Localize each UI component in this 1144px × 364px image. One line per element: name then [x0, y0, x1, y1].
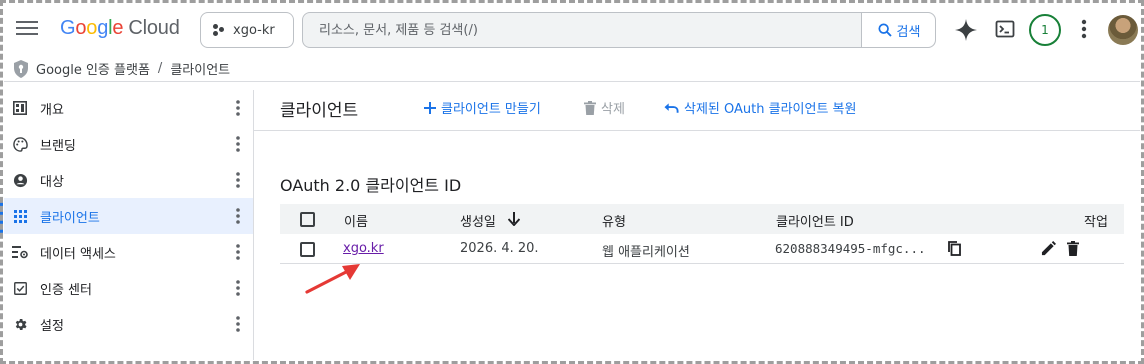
account-circle-icon [12, 172, 28, 188]
sidebar: 개요 브랜딩 대상 클라이언트 데이터 액세스 인증 센터 설정 [0, 90, 254, 360]
logo-letter: G [60, 17, 76, 39]
top-bar: GoogleCloud xgo-kr 검색 1 [4, 4, 1140, 56]
column-header-type[interactable]: 유형 [602, 211, 626, 230]
project-picker-button[interactable]: xgo-kr [200, 12, 294, 48]
create-client-label: 클라이언트 만들기 [441, 102, 541, 117]
search-button-label: 검색 [896, 24, 921, 40]
delete-label: 삭제 [601, 102, 625, 117]
column-header-actions: 작업 [1084, 215, 1108, 230]
table-header: 이름 생성일 유형 클라이언트 ID 작업 [280, 204, 1124, 234]
sidebar-item-label: 데이터 액세스 [40, 246, 116, 262]
delete-button[interactable]: 삭제 [584, 98, 625, 117]
sidebar-item-branding[interactable]: 브랜딩 [4, 126, 253, 162]
section-title: OAuth 2.0 클라이언트 ID [280, 176, 462, 195]
search-icon [877, 23, 892, 37]
breadcrumb-item[interactable]: 클라이언트 [170, 59, 230, 78]
arrow-down-icon[interactable] [508, 212, 520, 226]
copy-icon[interactable] [948, 241, 961, 256]
client-name-link[interactable]: xgo.kr [343, 241, 384, 256]
logo-product: Cloud [128, 17, 180, 39]
google-cloud-logo[interactable]: Google Cloud [60, 17, 180, 40]
logo-letter: e [112, 17, 124, 39]
create-client-button[interactable]: 클라이언트 만들기 [424, 98, 541, 117]
column-header-name[interactable]: 이름 [344, 211, 368, 230]
more-vert-icon[interactable] [235, 280, 241, 296]
project-dots-icon [213, 24, 225, 36]
search-bar: 검색 [302, 12, 936, 48]
header-divider [254, 130, 1140, 131]
gear-icon [12, 316, 28, 332]
sidebar-item-verification-center[interactable]: 인증 센터 [4, 270, 253, 306]
verified-checkbox-icon [12, 280, 28, 296]
palette-icon [12, 136, 28, 152]
column-header-created[interactable]: 생성일 [460, 211, 496, 230]
sidebar-item-data-access[interactable]: 데이터 액세스 [4, 234, 253, 270]
data-settings-icon [12, 244, 28, 260]
logo-letter: o [75, 17, 87, 39]
more-vert-icon[interactable] [235, 244, 241, 260]
more-vert-icon[interactable] [235, 208, 241, 224]
sidebar-item-audience[interactable]: 대상 [4, 162, 253, 198]
row-checkbox[interactable] [300, 242, 315, 257]
restore-label: 삭제된 OAuth 클라이언트 복원 [684, 102, 857, 117]
shield-icon [14, 59, 28, 78]
dashboard-icon [12, 100, 28, 116]
user-avatar[interactable] [1108, 15, 1138, 45]
client-type: 웹 애플리케이션 [602, 245, 690, 260]
sidebar-item-label: 개요 [40, 102, 64, 118]
restore-deleted-clients-button[interactable]: 삭제된 OAuth 클라이언트 복원 [664, 98, 856, 117]
cloud-shell-terminal-icon[interactable] [995, 19, 1015, 39]
logo-letter: o [86, 17, 98, 39]
trash-icon [584, 100, 596, 115]
hamburger-menu-icon[interactable] [16, 18, 38, 40]
sidebar-item-settings[interactable]: 설정 [4, 306, 253, 342]
sidebar-item-overview[interactable]: 개요 [4, 90, 253, 126]
gemini-sparkle-icon[interactable] [954, 18, 978, 42]
search-input[interactable] [303, 13, 861, 47]
more-vert-icon[interactable] [235, 316, 241, 332]
column-header-client-id[interactable]: 클라이언트 ID [776, 211, 854, 230]
table-row: xgo.kr 2026. 4. 20. 웹 애플리케이션 62088834949… [280, 234, 1124, 264]
select-all-checkbox[interactable] [300, 212, 315, 227]
edit-icon[interactable] [1041, 241, 1056, 256]
trash-icon[interactable] [1067, 241, 1079, 256]
more-vert-icon[interactable] [235, 136, 241, 152]
more-vert-icon[interactable] [1080, 18, 1088, 40]
add-icon [424, 101, 436, 114]
logo-letter: g [97, 17, 109, 39]
breadcrumb-separator: / [157, 61, 163, 76]
undo-icon [664, 102, 679, 113]
sidebar-item-label: 대상 [40, 174, 64, 190]
sidebar-item-clients[interactable]: 클라이언트 [0, 198, 253, 234]
created-date: 2026. 4. 20. [460, 241, 539, 256]
notification-badge[interactable]: 1 [1029, 14, 1061, 46]
sidebar-item-label: 설정 [40, 318, 64, 334]
annotation-arrow-icon [305, 264, 360, 294]
sidebar-item-label: 브랜딩 [40, 138, 76, 154]
search-button[interactable]: 검색 [861, 13, 935, 47]
more-vert-icon[interactable] [235, 172, 241, 188]
page-title: 클라이언트 [280, 101, 359, 121]
sidebar-item-label: 인증 센터 [40, 282, 92, 298]
breadcrumb: Google 인증 플랫폼 / 클라이언트 [4, 56, 1140, 82]
more-vert-icon[interactable] [235, 100, 241, 116]
breadcrumb-item[interactable]: Google 인증 플랫폼 [36, 59, 150, 78]
client-id-value: 620888349495-mfgc... [775, 241, 926, 256]
apps-grid-icon [12, 208, 28, 224]
project-name: xgo-kr [233, 22, 275, 38]
sidebar-item-label: 클라이언트 [40, 210, 100, 226]
